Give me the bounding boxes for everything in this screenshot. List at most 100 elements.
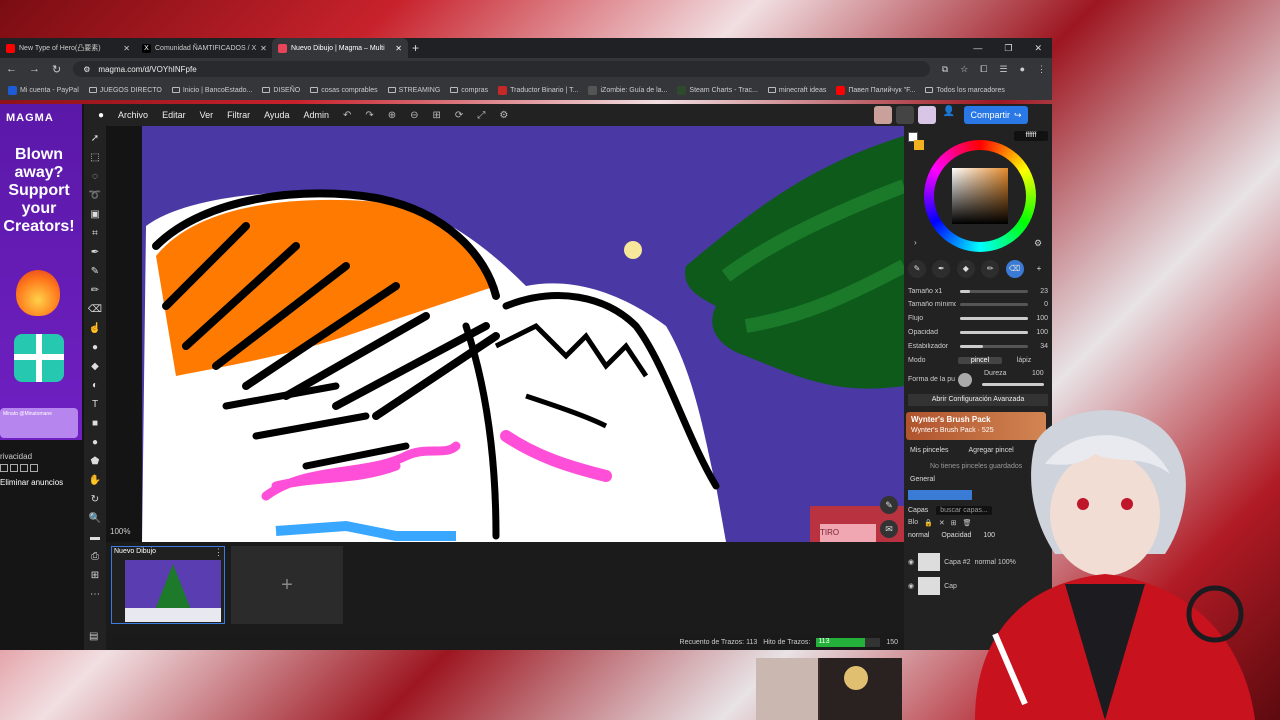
rotate-icon[interactable]: ⟳ bbox=[455, 110, 463, 121]
brush-icon[interactable]: ✎ bbox=[91, 265, 99, 278]
min-size-slider[interactable] bbox=[960, 302, 1028, 306]
eraser-icon[interactable]: ⌫ bbox=[88, 303, 102, 316]
brush-slot-icon[interactable]: ✎ bbox=[908, 260, 926, 278]
bookmark-star-icon[interactable]: ☆ bbox=[960, 64, 968, 75]
bookmark-item[interactable]: iZombie: Guía de la... bbox=[588, 85, 667, 95]
site-info-icon[interactable]: ⚙ bbox=[83, 65, 90, 74]
eraser-slot-icon[interactable]: ⌫ bbox=[1005, 260, 1024, 278]
bookmark-folder[interactable]: STREAMING bbox=[387, 87, 440, 94]
gradient-icon[interactable]: ◐ bbox=[92, 379, 98, 392]
hex-input[interactable]: ffffff bbox=[1014, 131, 1048, 141]
more-icon[interactable]: ⋯ bbox=[90, 588, 100, 601]
bookmark-item[interactable]: Steam Charts - Trac... bbox=[677, 85, 758, 95]
settings-icon[interactable]: ⚙ bbox=[499, 110, 508, 121]
ad-control-icon[interactable] bbox=[0, 464, 8, 472]
bookmark-item[interactable]: Mi cuenta - PayPal bbox=[8, 85, 79, 95]
shape-icon[interactable]: ⬟ bbox=[91, 455, 100, 468]
avatar[interactable] bbox=[896, 106, 914, 124]
magma-flame-logo-icon[interactable]: ● bbox=[98, 110, 104, 121]
bookmark-folder[interactable]: minecraft ideas bbox=[767, 87, 826, 94]
bookmark-folder[interactable]: cosas comprables bbox=[310, 87, 378, 94]
size-slider[interactable] bbox=[960, 289, 1028, 293]
canvas-area[interactable] bbox=[106, 126, 904, 542]
share-button[interactable]: Compartir ↪ bbox=[964, 106, 1028, 124]
ad-control-icon[interactable] bbox=[10, 464, 18, 472]
opacity-slider[interactable] bbox=[960, 330, 1028, 334]
bookmark-folder[interactable]: Inicio | BancoEstado... bbox=[171, 87, 252, 94]
bookmark-folder[interactable]: compras bbox=[450, 87, 488, 94]
ellipse-select-icon[interactable]: ◌ bbox=[92, 170, 98, 183]
back-icon[interactable]: ← bbox=[6, 63, 17, 75]
add-brush-slot-icon[interactable]: + bbox=[1030, 260, 1048, 278]
menu-icon[interactable]: ⋮ bbox=[1037, 64, 1046, 75]
zoom-level[interactable]: 100% bbox=[110, 527, 130, 536]
bookmark-item[interactable]: Traductor Binario | T... bbox=[498, 85, 578, 95]
minimize-icon[interactable]: — bbox=[973, 43, 982, 54]
zoom-tool-icon[interactable]: 🔍 bbox=[89, 512, 101, 525]
menu-editar[interactable]: Editar bbox=[162, 110, 186, 120]
bookmark-folder[interactable]: DISEÑO bbox=[262, 87, 300, 94]
background-color-swatch[interactable] bbox=[914, 140, 924, 150]
drawing-canvas[interactable] bbox=[106, 126, 904, 542]
brush-slot-icon[interactable]: ◆ bbox=[956, 260, 975, 278]
maximize-icon[interactable]: ❐ bbox=[1004, 43, 1012, 54]
eyedropper-icon[interactable]: ✒ bbox=[91, 246, 99, 259]
fill-icon[interactable]: ◆ bbox=[91, 360, 99, 373]
menu-ayuda[interactable]: Ayuda bbox=[264, 110, 289, 120]
brush-slot-icon[interactable]: ✒ bbox=[932, 260, 951, 278]
expand-chevron-icon[interactable]: › bbox=[914, 238, 917, 247]
brush-slot-icon[interactable]: ✏ bbox=[981, 260, 1000, 278]
rectangle-icon[interactable]: ■ bbox=[92, 417, 98, 430]
close-tab-icon[interactable]: ✕ bbox=[123, 44, 130, 53]
install-icon[interactable]: ⧉ bbox=[942, 64, 948, 75]
extensions-icon[interactable]: ⧠ bbox=[980, 64, 987, 75]
crop-icon[interactable]: ⌗ bbox=[92, 227, 98, 240]
pen-pressure-icon[interactable]: ✎ bbox=[880, 496, 898, 514]
ad-control-icon[interactable] bbox=[30, 464, 38, 472]
new-tab-button[interactable]: + bbox=[412, 41, 419, 55]
add-user-icon[interactable]: 👤 bbox=[940, 106, 958, 124]
saturation-value-picker[interactable] bbox=[952, 168, 1008, 224]
zoom-out-icon[interactable]: ⊖ bbox=[410, 110, 418, 121]
text-icon[interactable]: T bbox=[92, 398, 98, 411]
transform-icon[interactable]: ▣ bbox=[90, 208, 99, 221]
close-tab-icon[interactable]: ✕ bbox=[395, 44, 402, 53]
menu-filtrar[interactable]: Filtrar bbox=[227, 110, 250, 120]
undo-icon[interactable]: ↶ bbox=[343, 110, 351, 121]
fullscreen-icon[interactable]: ⤢ bbox=[477, 110, 485, 121]
bookmark-item[interactable]: Павел Палийчук "F... bbox=[836, 85, 915, 95]
close-tab-icon[interactable]: ✕ bbox=[260, 44, 267, 53]
address-bar[interactable]: ⚙ magma.com/d/VOYhINFpfe bbox=[73, 61, 930, 77]
flow-slider[interactable] bbox=[960, 316, 1028, 320]
privacy-link[interactable]: rivacidad bbox=[0, 452, 32, 461]
redo-icon[interactable]: ↷ bbox=[365, 110, 373, 121]
avatar[interactable] bbox=[874, 106, 892, 124]
chat-bubble-icon[interactable]: ✉ bbox=[880, 520, 898, 538]
rotate-view-icon[interactable]: ↻ bbox=[91, 493, 99, 506]
menu-ver[interactable]: Ver bbox=[200, 110, 214, 120]
blur-icon[interactable]: ● bbox=[92, 341, 98, 354]
hand-icon[interactable]: ✋ bbox=[89, 474, 101, 487]
mode-brush-button[interactable]: pincel bbox=[958, 356, 1002, 364]
remove-ads-link[interactable]: Eliminar anuncios bbox=[0, 478, 63, 487]
ellipse-icon[interactable]: ● bbox=[92, 436, 98, 449]
browser-tab[interactable]: X Comunidad ÑAMTIFICADOS / X ✕ bbox=[136, 38, 272, 58]
fit-icon[interactable]: ⊞ bbox=[433, 110, 441, 121]
rect-select-icon[interactable]: ⬚ bbox=[90, 151, 99, 164]
browser-tab-active[interactable]: Nuevo Dibujo | Magma – Multi ✕ bbox=[272, 38, 408, 58]
reload-icon[interactable]: ↻ bbox=[52, 63, 61, 76]
color-settings-icon[interactable]: ⚙ bbox=[1034, 238, 1042, 249]
zoom-in-icon[interactable]: ⊕ bbox=[388, 110, 396, 121]
browser-tab[interactable]: New Type of Hero(凸要素) ✕ bbox=[0, 38, 136, 58]
new-drawing-button[interactable]: + bbox=[231, 546, 343, 624]
smudge-icon[interactable]: ☝ bbox=[89, 322, 101, 335]
profile-icon[interactable]: ● bbox=[1020, 64, 1025, 75]
lasso-icon[interactable]: ➰ bbox=[89, 189, 101, 202]
bookmark-folder[interactable]: JUEGOS DIRECTO bbox=[88, 87, 162, 94]
add-icon[interactable]: ⊞ bbox=[91, 569, 99, 582]
move-tool-icon[interactable]: ➚ bbox=[91, 132, 99, 145]
tab-search-icon[interactable]: ☰ bbox=[999, 64, 1007, 75]
bookmark-folder-all[interactable]: Todos los marcadores bbox=[925, 87, 1005, 94]
close-window-icon[interactable]: ✕ bbox=[1034, 43, 1042, 54]
drawing-menu-icon[interactable]: ⋮ bbox=[214, 547, 223, 558]
